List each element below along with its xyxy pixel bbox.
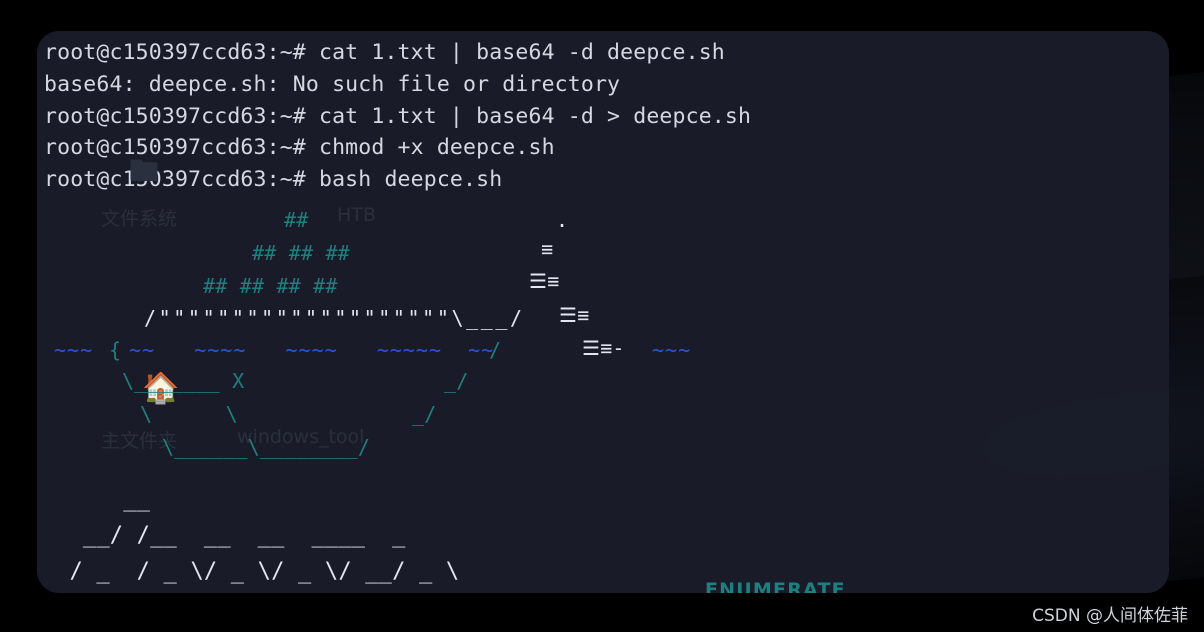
banner-smoke-5: ☰≡- [582,335,625,360]
banner-tagline: ENUMERATE [705,579,846,593]
terminal-window[interactable]: root@c150397ccd63:~# cat 1.txt | base64 … [37,31,1169,593]
banner-waves-mid: ~~ ~~~~ ~~~~ ~~~~~ ~~ [129,337,495,362]
csdn-watermark: CSDN @人间体佐菲 [1032,606,1188,626]
banner-wordmark: __ __/ /__ __ __ ____ _ / _ / _ \/ _ \/ … [69,486,460,584]
terminal-line: root@c150397ccd63:~# chmod +x deepce.sh [44,135,555,161]
banner-hull-row-2: \ \ [140,401,238,426]
banner-containers-row-3: ## ## ## ## [203,273,338,298]
banner-hull-row-3: \______\________/ [162,434,371,459]
banner-waves-right: ~~~ [652,337,692,362]
banner-brace: { [109,337,122,362]
banner-containers-row-2: ## ## ## [252,240,350,265]
terminal-output-area[interactable]: root@c150397ccd63:~# cat 1.txt | base64 … [37,31,1169,593]
banner-smoke-4: ☰≡ [559,302,590,327]
terminal-line: root@c150397ccd63:~# bash deepce.sh [44,167,503,193]
banner-smoke-3: ☰≡ [529,268,560,293]
banner-waves-left: ~~~ [54,337,94,362]
terminal-line: root@c150397ccd63:~# cat 1.txt | base64 … [44,40,725,65]
banner-hull-row-1r: _/ [444,368,469,393]
terminal-line: root@c150397ccd63:~# cat 1.txt | base64 … [44,103,752,129]
terminal-line: base64: deepce.sh: No such file or direc… [44,71,621,97]
banner-bow-slash: / [489,337,502,362]
banner-hull-row-1: \_______ X [122,368,245,393]
banner-hull-row-2r: _/ [412,401,437,426]
deepce-ascii-banner: ## ## ## ## ## ## ## ## . ≡ ☰≡ ☰≡ ☰≡- /"… [44,204,1169,593]
banner-smoke-1: . [556,207,569,232]
banner-smoke-2: ≡ [541,236,554,261]
banner-containers-row-1: ## [284,207,309,232]
banner-deck: /""""""""""""""""""""\___/ [144,305,525,330]
